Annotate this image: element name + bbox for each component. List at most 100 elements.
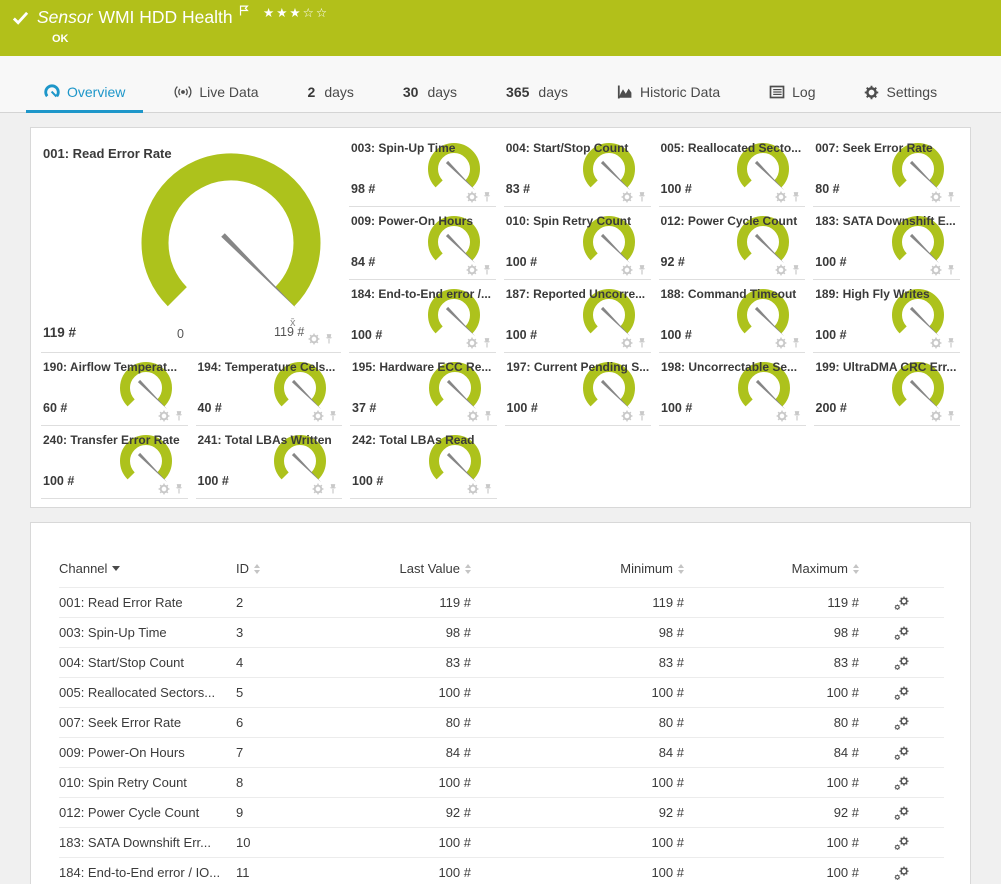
tab-label: Overview (67, 84, 125, 100)
tab-365-days[interactable]: 365 days (488, 84, 586, 113)
pin-icon[interactable] (636, 264, 648, 276)
tab-historic-data[interactable]: Historic Data (599, 84, 738, 113)
pin-icon[interactable] (327, 483, 339, 495)
gear-icon[interactable] (158, 483, 170, 495)
pin-icon[interactable] (323, 333, 335, 345)
gear-icon[interactable] (467, 410, 479, 422)
gear-icon[interactable] (466, 191, 478, 203)
edit-channel-icon[interactable] (894, 656, 909, 671)
pin-icon[interactable] (482, 410, 494, 422)
gear-icon[interactable] (621, 191, 633, 203)
column-header-id[interactable]: ID (236, 561, 336, 588)
cell-id: 2 (236, 588, 336, 618)
edit-channel-icon[interactable] (894, 866, 909, 881)
gear-icon[interactable] (308, 333, 320, 345)
edit-channel-icon[interactable] (894, 626, 909, 641)
gear-icon[interactable] (930, 264, 942, 276)
column-header-maximum[interactable]: Maximum (684, 561, 859, 588)
pin-icon[interactable] (790, 264, 802, 276)
gear-icon[interactable] (621, 410, 633, 422)
gauge-title: 197: Current Pending S... (505, 353, 652, 374)
gear-icon[interactable] (466, 337, 478, 349)
gauge-value: 92 # (661, 255, 685, 269)
gear-icon[interactable] (466, 264, 478, 276)
edit-channel-icon[interactable] (894, 776, 909, 791)
pin-icon[interactable] (945, 410, 957, 422)
pin-icon[interactable] (790, 191, 802, 203)
stars-filled[interactable]: ★★★ (263, 6, 303, 20)
tab-label: Historic Data (640, 84, 720, 100)
column-header-last-value[interactable]: Last Value (336, 561, 471, 588)
gear-icon[interactable] (930, 410, 942, 422)
tab-30-days[interactable]: 30 days (385, 84, 475, 113)
gauge-tools (930, 191, 957, 203)
edit-channel-icon[interactable] (894, 746, 909, 761)
priority-stars[interactable]: ★★★☆☆ (263, 5, 329, 20)
tab-number: 365 (506, 84, 529, 100)
priority-flag-icon[interactable] (239, 0, 249, 21)
gear-icon[interactable] (621, 337, 633, 349)
pin-icon[interactable] (636, 337, 648, 349)
gauge-tile: 198: Uncorrectable Se... 100 # (659, 353, 806, 426)
gauge-tools (621, 264, 648, 276)
gear-icon[interactable] (312, 483, 324, 495)
edit-channel-icon[interactable] (894, 836, 909, 851)
pin-icon[interactable] (482, 483, 494, 495)
cell-maximum: 100 # (684, 768, 859, 798)
tab-overview[interactable]: Overview (26, 84, 143, 113)
gauge-title: 183: SATA Downshift E... (813, 207, 960, 228)
stars-empty[interactable]: ☆☆ (303, 6, 329, 20)
cell-channel: 012: Power Cycle Count (59, 798, 236, 828)
page-title: WMI HDD Health (98, 7, 232, 27)
gear-icon[interactable] (467, 483, 479, 495)
pin-icon[interactable] (481, 264, 493, 276)
gear-icon[interactable] (775, 264, 787, 276)
edit-channel-icon[interactable] (894, 686, 909, 701)
pin-icon[interactable] (173, 410, 185, 422)
pin-icon[interactable] (791, 410, 803, 422)
column-header-minimum[interactable]: Minimum (471, 561, 684, 588)
pin-icon[interactable] (481, 337, 493, 349)
gauge-title: 199: UltraDMA CRC Err... (814, 353, 961, 374)
gear-icon[interactable] (775, 337, 787, 349)
pin-icon[interactable] (173, 483, 185, 495)
edit-channel-icon[interactable] (894, 596, 909, 611)
gauge-value: 83 # (506, 182, 530, 196)
pin-icon[interactable] (327, 410, 339, 422)
tab-settings[interactable]: Settings (846, 84, 943, 113)
gear-icon[interactable] (621, 264, 633, 276)
gauge-tools (775, 337, 802, 349)
pin-icon[interactable] (636, 410, 648, 422)
gear-icon[interactable] (776, 410, 788, 422)
gear-icon[interactable] (158, 410, 170, 422)
pin-icon[interactable] (790, 337, 802, 349)
pin-icon[interactable] (481, 191, 493, 203)
edit-channel-icon[interactable] (894, 806, 909, 821)
gear-icon[interactable] (930, 337, 942, 349)
tab-log[interactable]: Log (751, 84, 833, 113)
gauge-tile: 240: Transfer Error Rate 100 # (41, 426, 188, 499)
pin-icon[interactable] (945, 264, 957, 276)
gauge-title: 241: Total LBAs Written (196, 426, 343, 447)
gear-icon[interactable] (775, 191, 787, 203)
cell-channel: 183: SATA Downshift Err... (59, 828, 236, 858)
gauge-value: 200 # (816, 401, 847, 415)
tab-live-data[interactable]: Live Data (156, 84, 276, 113)
gear-icon[interactable] (312, 410, 324, 422)
sort-icon (853, 564, 859, 574)
edit-channel-icon[interactable] (894, 716, 909, 731)
pin-icon[interactable] (945, 191, 957, 203)
gauge-tools (466, 264, 493, 276)
gauge-tools (466, 337, 493, 349)
status-badge: OK (52, 33, 69, 45)
gear-icon[interactable] (930, 191, 942, 203)
tab-2-days[interactable]: 2 days (290, 84, 372, 113)
gauge-value: 100 # (661, 328, 692, 342)
cell-minimum: 100 # (471, 768, 684, 798)
column-header-channel[interactable]: Channel (59, 561, 236, 588)
gauge-title: 007: Seek Error Rate (813, 134, 960, 155)
pin-icon[interactable] (636, 191, 648, 203)
pin-icon[interactable] (945, 337, 957, 349)
gauge-value: 119 # (43, 325, 76, 340)
gauge-title: 188: Command Timeout (659, 280, 806, 301)
